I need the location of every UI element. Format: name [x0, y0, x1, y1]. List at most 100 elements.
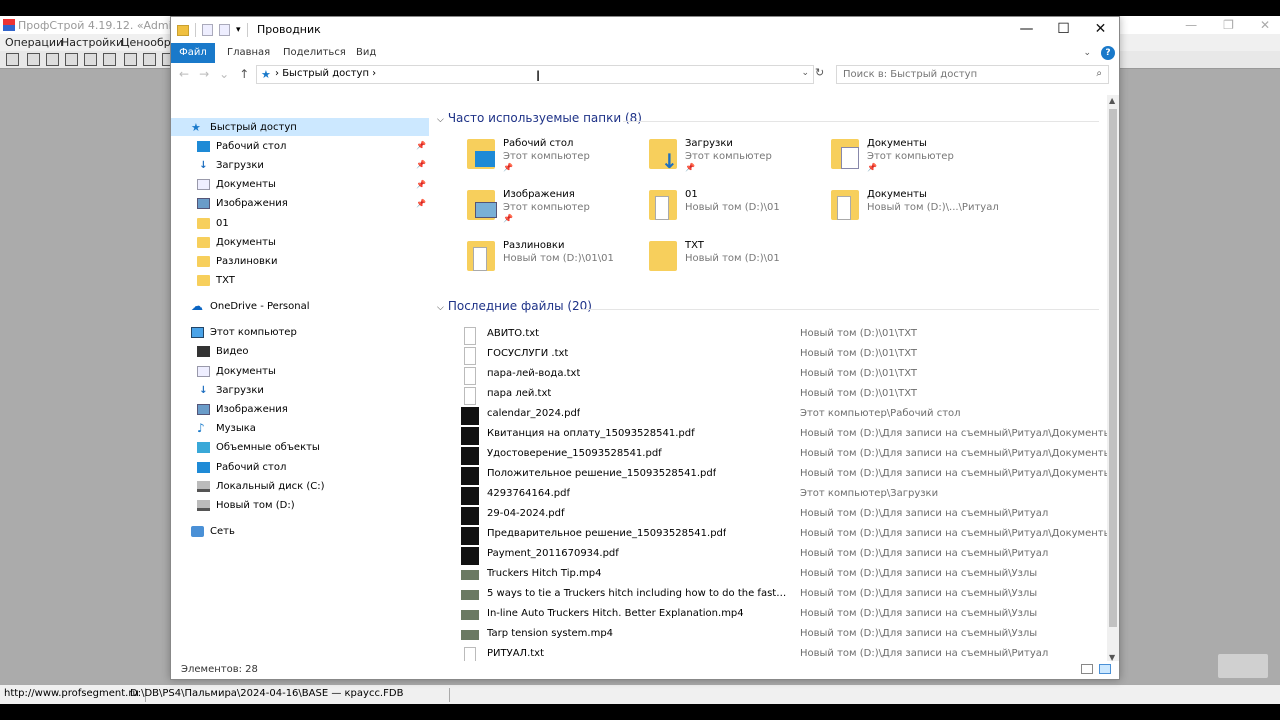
- disk-icon: [197, 480, 210, 492]
- file-name: calendar_2024.pdf: [487, 408, 581, 419]
- nav-pinned-item[interactable]: Изображения 📌: [171, 195, 429, 213]
- quick-access-star-icon: ★: [261, 68, 271, 81]
- nav-recent-folder[interactable]: TXT: [171, 272, 429, 290]
- properties-icon[interactable]: [202, 24, 213, 36]
- frequent-folder-tile[interactable]: Разлиновки Новый том (D:)\01\01: [467, 235, 642, 279]
- recent-file-row[interactable]: 5 ways to tie a Truckers hitch including…: [457, 585, 1103, 605]
- close-icon[interactable]: ✕: [1260, 18, 1270, 32]
- recent-file-row[interactable]: calendar_2024.pdf Этот компьютер\Рабочий …: [457, 405, 1103, 425]
- tool-icon[interactable]: [46, 53, 59, 66]
- nav-pc-item[interactable]: ↓ Загрузки: [171, 381, 429, 399]
- nav-quick-access[interactable]: ★ Быстрый доступ: [171, 118, 429, 136]
- nav-pc-item[interactable]: Новый том (D:): [171, 496, 429, 514]
- recent-file-row[interactable]: Положительное решение_15093528541.pdf Нов…: [457, 465, 1107, 485]
- frequent-folder-tile[interactable]: Загрузки Этот компьютер📌: [649, 133, 824, 177]
- help-icon[interactable]: ?: [1101, 46, 1115, 60]
- nav-item-label: Документы: [216, 365, 276, 377]
- recent-file-row[interactable]: пара-лей-вода.txt Новый том (D:)\01\TXT: [457, 365, 1103, 385]
- scrollbar-thumb[interactable]: [1109, 109, 1117, 627]
- menu-operations[interactable]: Операции: [5, 36, 63, 49]
- file-name: Truckers Hitch Tip.mp4: [487, 568, 602, 579]
- tool-icon[interactable]: [84, 53, 97, 66]
- player-controls[interactable]: [1218, 654, 1268, 678]
- frequent-folder-tile[interactable]: 01 Новый том (D:)\01: [649, 184, 824, 228]
- file-name: пара-лей-вода.txt: [487, 368, 581, 379]
- recent-file-row[interactable]: Квитанция на оплату_15093528541.pdf Новый…: [457, 425, 1107, 445]
- tiles-view-icon[interactable]: [1099, 664, 1111, 674]
- folder-name: Изображения: [503, 189, 575, 200]
- recent-files-header[interactable]: ⌵ Последние файлы (20): [437, 299, 592, 313]
- chevron-down-icon: ⌵: [437, 115, 444, 125]
- nav-recent-folder[interactable]: Разлиновки: [171, 252, 429, 270]
- breadcrumb-quick-access[interactable]: Быстрый доступ: [282, 68, 369, 79]
- tab-share[interactable]: Поделиться: [283, 43, 346, 63]
- new-folder-icon[interactable]: [219, 24, 230, 36]
- tool-icon[interactable]: [65, 53, 78, 66]
- nav-recent-folder[interactable]: 01: [171, 214, 429, 232]
- tool-icon[interactable]: [27, 53, 40, 66]
- recent-file-row[interactable]: пара лей.txt Новый том (D:)\01\TXT: [457, 385, 1103, 405]
- back-button[interactable]: ←: [179, 67, 189, 81]
- maximize-button[interactable]: ☐: [1045, 17, 1082, 43]
- search-icon[interactable]: ⌕: [1096, 68, 1102, 79]
- nav-pinned-item[interactable]: ↓ Загрузки 📌: [171, 156, 429, 174]
- expand-ribbon-icon[interactable]: ⌄: [1083, 48, 1091, 58]
- frequent-folder-tile[interactable]: Изображения Этот компьютер 📌: [467, 184, 642, 228]
- bg-app-window-controls[interactable]: — ❐ ✕: [1159, 18, 1270, 32]
- menu-settings[interactable]: Настройки: [61, 36, 123, 49]
- recent-file-row[interactable]: АВИТО.txt Новый том (D:)\01\TXT: [457, 325, 1103, 345]
- recent-file-row[interactable]: ГОСУСЛУГИ .txt Новый том (D:)\01\TXT: [457, 345, 1103, 365]
- nav-item-label: Рабочий стол: [216, 140, 287, 152]
- nav-this-pc[interactable]: Этот компьютер: [171, 324, 429, 342]
- nav-pinned-item[interactable]: Документы 📌: [171, 176, 429, 194]
- nav-recent-folder[interactable]: Документы: [171, 233, 429, 251]
- address-bar[interactable]: ★ › Быстрый доступ › ⌄: [256, 65, 814, 84]
- nav-pc-item[interactable]: Видео: [171, 343, 429, 361]
- recent-file-row[interactable]: 29-04-2024.pdf Новый том (D:)\Для записи …: [457, 505, 1103, 525]
- recent-file-row[interactable]: In-line Auto Truckers Hitch. Better Expl…: [457, 605, 1103, 625]
- restore-icon[interactable]: ❐: [1223, 18, 1234, 32]
- chevron-down-icon[interactable]: ▾: [236, 25, 241, 35]
- frequent-folder-tile[interactable]: TXT Новый том (D:)\01: [649, 235, 824, 279]
- nav-pc-item[interactable]: Документы: [171, 362, 429, 380]
- frequent-folders-header[interactable]: ⌵ Часто используемые папки (8): [437, 111, 642, 125]
- recent-file-row[interactable]: Удостоверение_15093528541.pdf Новый том (…: [457, 445, 1107, 465]
- forward-button[interactable]: →: [199, 67, 209, 81]
- frequent-folder-tile[interactable]: Рабочий стол Этот компьютер 📌: [467, 133, 642, 177]
- minimize-icon[interactable]: —: [1185, 18, 1197, 32]
- recent-file-row[interactable]: Truckers Hitch Tip.mp4 Новый том (D:)\Для…: [457, 565, 1103, 585]
- tab-file[interactable]: Файл: [171, 43, 215, 63]
- nav-onedrive[interactable]: ☁ OneDrive - Personal: [171, 298, 429, 316]
- recent-file-row[interactable]: 4293764164.pdf Этот компьютер\Загрузки: [457, 485, 1103, 505]
- nav-network[interactable]: Сеть: [171, 522, 429, 540]
- tool-icon[interactable]: [6, 53, 19, 66]
- recent-locations-button[interactable]: ⌄: [219, 67, 229, 81]
- tool-icon[interactable]: [103, 53, 116, 66]
- recent-file-row[interactable]: Payment_2011670934.pdf Новый том (D:)\Для…: [457, 545, 1103, 565]
- close-button[interactable]: ✕: [1082, 17, 1119, 43]
- recent-file-row[interactable]: Предварительное решение_15093528541.pdf Н…: [457, 525, 1107, 545]
- nav-pinned-item[interactable]: Рабочий стол 📌: [171, 137, 429, 155]
- details-view-icon[interactable]: [1081, 664, 1093, 674]
- minimize-button[interactable]: —: [1008, 17, 1045, 43]
- address-dropdown-icon[interactable]: ⌄: [801, 68, 809, 78]
- nav-pc-item[interactable]: Объемные объекты: [171, 439, 429, 457]
- nav-pc-item[interactable]: Рабочий стол: [171, 458, 429, 476]
- refresh-button[interactable]: ↻: [815, 66, 829, 83]
- tab-view[interactable]: Вид: [356, 43, 376, 63]
- vertical-scrollbar[interactable]: ▲ ▼: [1107, 95, 1119, 663]
- pdf-file-icon: [461, 547, 479, 565]
- search-input[interactable]: [837, 66, 1077, 83]
- frequent-folder-tile[interactable]: Документы Новый том (D:)\...\Ритуал: [831, 184, 1006, 228]
- tab-home[interactable]: Главная: [227, 43, 270, 63]
- nav-pc-item[interactable]: ♪ Музыка: [171, 420, 429, 438]
- tool-icon[interactable]: [143, 53, 156, 66]
- up-button[interactable]: ↑: [239, 67, 249, 81]
- nav-pc-item[interactable]: Изображения: [171, 400, 429, 418]
- frequent-folder-tile[interactable]: Документы Этот компьютер 📌: [831, 133, 1006, 177]
- search-box[interactable]: ⌕: [836, 65, 1109, 84]
- nav-pc-item[interactable]: Локальный диск (C:): [171, 477, 429, 495]
- scroll-up-icon[interactable]: ▲: [1109, 96, 1115, 105]
- recent-file-row[interactable]: Tarp tension system.mp4 Новый том (D:)\Дл…: [457, 625, 1103, 645]
- tool-icon[interactable]: [124, 53, 137, 66]
